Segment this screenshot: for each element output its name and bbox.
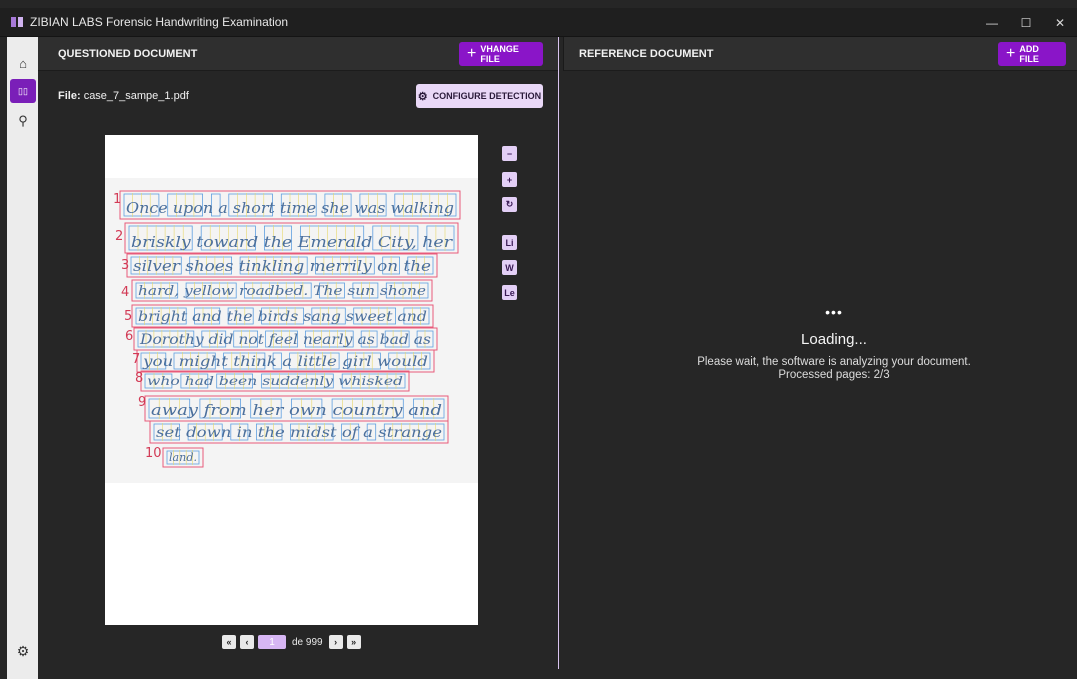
line-number: 10	[145, 446, 162, 461]
handwriting-line: bright and the birds sang sweet and	[138, 309, 427, 325]
maximize-button[interactable]: ☐	[1009, 8, 1043, 37]
handwriting-line: away from her own country and	[151, 401, 442, 419]
handwriting-line: Dorothy did not feel nearly as bad as	[139, 332, 431, 348]
add-file-label: ADD FILE	[1019, 44, 1039, 64]
line-number: 7	[132, 352, 140, 367]
line-number: 6	[125, 329, 133, 344]
home-icon[interactable]: ⌂	[10, 51, 36, 75]
change-file-button[interactable]: + VHANGE FILE	[459, 42, 543, 66]
handwriting-line: land.	[169, 451, 197, 464]
handwriting-line: you might think a little girl would	[142, 354, 428, 370]
line-number: 1	[113, 192, 121, 207]
next-page-button[interactable]: ›	[328, 635, 343, 649]
lines-mode-button[interactable]: Li	[502, 235, 517, 250]
page-count: de 999	[292, 636, 323, 648]
letters-mode-button[interactable]: Le	[502, 285, 517, 300]
handwriting-line: briskly toward the Emerald City, her	[131, 233, 453, 251]
settings-gear-icon[interactable]: ⚙	[10, 639, 36, 663]
plus-icon: +	[1006, 45, 1016, 62]
detection-overlay: Once upon a short time she was walking 1 b…	[105, 178, 478, 483]
file-info: File: case_7_sampe_1.pdf	[58, 90, 189, 102]
loading-message: Please wait, the software is analyzing y…	[697, 356, 971, 368]
rotate-icon[interactable]: ↻	[502, 197, 517, 212]
panel-divider[interactable]	[558, 37, 559, 669]
pagination: « ‹ 1 de 999 › »	[222, 634, 361, 650]
app-title: ZIBIAN LABS Forensic Handwriting Examina…	[30, 15, 289, 29]
configure-detection-button[interactable]: ⚙ CONFIGURE DETECTION	[416, 84, 543, 108]
line-number: 9	[138, 395, 146, 410]
current-page[interactable]: 1	[258, 635, 286, 649]
loading-dots-icon: •••	[825, 304, 843, 320]
line-number: 8	[135, 371, 143, 386]
search-icon[interactable]: ⚲	[10, 109, 36, 133]
processed-pages: Processed pages: 2/3	[778, 369, 890, 381]
reference-title: REFERENCE DOCUMENT	[579, 47, 714, 60]
words-mode-button[interactable]: W	[502, 260, 517, 275]
app-window: ZIBIAN LABS Forensic Handwriting Examina…	[0, 0, 1077, 679]
handwriting-line: hard, yellow roadbed. The sun shone	[138, 284, 426, 299]
prev-page-button[interactable]: ‹	[240, 635, 254, 649]
handwriting-line: set down in the midst of a strange	[156, 425, 442, 441]
line-number: 2	[115, 229, 123, 244]
file-name: case_7_sampe_1.pdf	[83, 90, 189, 102]
close-button[interactable]: ✕	[1043, 8, 1077, 37]
title-bar: ZIBIAN LABS Forensic Handwriting Examina…	[0, 8, 1077, 37]
add-file-button[interactable]: + ADD FILE	[998, 42, 1066, 66]
gear-icon: ⚙	[417, 90, 428, 103]
change-file-label: VHANGE FILE	[480, 44, 519, 64]
handwriting-line: who had been suddenly whisked	[147, 374, 403, 388]
plus-icon: +	[467, 45, 477, 62]
app-logo-icon	[11, 17, 23, 27]
line-number: 3	[121, 258, 129, 273]
line-number: 4	[121, 285, 129, 300]
window-controls: — ☐ ✕	[975, 8, 1077, 37]
file-label: File:	[58, 90, 81, 102]
last-page-button[interactable]: »	[346, 635, 361, 649]
columns-icon[interactable]: ▯▯	[10, 79, 36, 103]
left-rail: ⌂ ▯▯ ⚲ ⚙	[7, 37, 38, 679]
zoom-in-button[interactable]: +	[502, 172, 517, 187]
zoom-out-button[interactable]: −	[502, 146, 517, 161]
loading-title: Loading...	[801, 331, 867, 348]
handwriting-line: Once upon a short time she was walking	[126, 199, 454, 217]
first-page-button[interactable]: «	[222, 635, 236, 649]
loading-state: ••• Loading... Please wait, the software…	[564, 305, 1077, 382]
line-number: 5	[124, 309, 132, 324]
configure-detection-label: CONFIGURE DETECTION	[432, 91, 542, 101]
document-page[interactable]: Once upon a short time she was walking 1 b…	[105, 135, 478, 625]
handwriting-line: silver shoes tinkling merrily on the	[133, 257, 431, 275]
minimize-button[interactable]: —	[975, 8, 1009, 37]
questioned-title: QUESTIONED DOCUMENT	[58, 47, 198, 60]
